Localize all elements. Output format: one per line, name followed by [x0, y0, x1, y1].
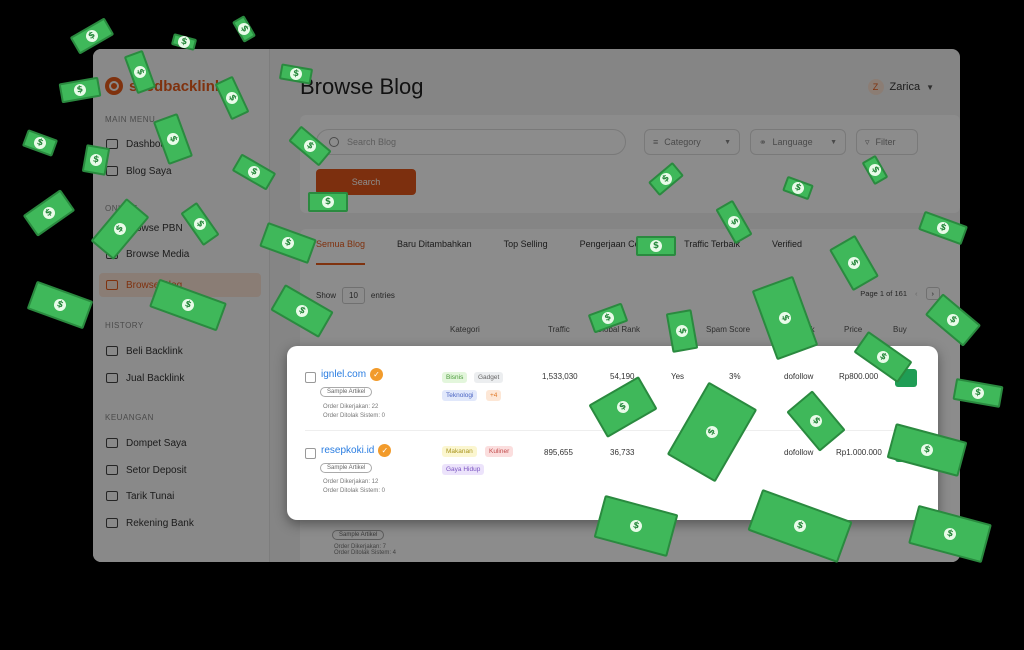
verified-badge-icon: ✓: [378, 444, 392, 457]
price-value: Rp1.000.000: [836, 448, 882, 457]
order-rejected: Order Ditolak Sistem: 0: [323, 413, 386, 419]
category-tag: Teknologi: [442, 390, 478, 401]
link-type-value: dofollow: [784, 448, 814, 457]
site-link[interactable]: resepkoki.id ✓: [321, 444, 392, 457]
verified-badge-icon: ✓: [370, 368, 384, 381]
spam-score-value: 3%: [729, 372, 741, 381]
order-rejected: Order Ditolak Sistem: 0: [323, 488, 386, 494]
price-value: Rp800.000: [839, 372, 879, 381]
sample-article-link[interactable]: Sample Artikel: [320, 463, 373, 473]
category-tag-more[interactable]: +4: [486, 390, 502, 401]
row-checkbox[interactable]: [305, 372, 316, 383]
category-tag: Gaya Hidup: [442, 464, 485, 475]
dollar-bill-icon: $: [308, 192, 348, 212]
category-tag: Bisnis: [442, 372, 468, 383]
sample-article-link[interactable]: Sample Artikel: [320, 387, 373, 397]
site-link[interactable]: ignlel.com ✓: [321, 368, 384, 381]
category-tag: Makanan: [442, 446, 477, 457]
order-done: Order Dikerjakan: 22: [323, 404, 379, 410]
order-done: Order Dikerjakan: 12: [323, 479, 379, 485]
link-type-value: dofollow: [784, 372, 814, 381]
dollar-bill-icon: $: [81, 144, 111, 176]
dim-overlay: [0, 0, 1024, 650]
row-checkbox[interactable]: [305, 448, 316, 459]
global-rank-value: 36,733: [610, 448, 635, 457]
dollar-bill-icon: $: [636, 236, 676, 256]
traffic-value: 895,655: [544, 448, 573, 457]
flag-value: Yes: [671, 372, 685, 381]
traffic-value: 1,533,030: [542, 372, 578, 381]
category-tag: Kuliner: [485, 446, 514, 457]
category-tag: Gadget: [474, 372, 504, 383]
